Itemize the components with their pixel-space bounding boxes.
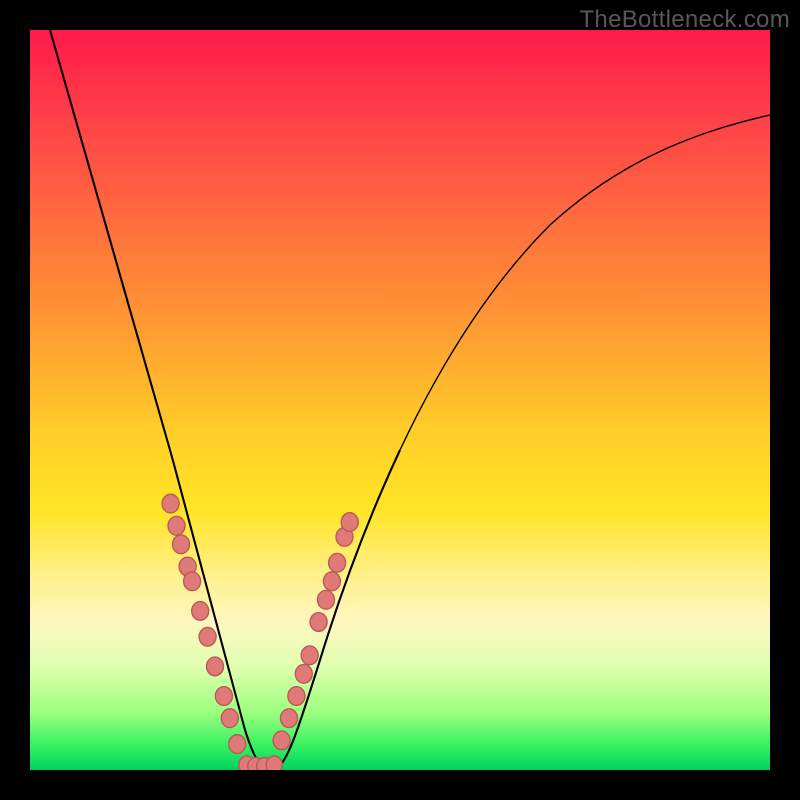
outer-frame: TheBottleneck.com (0, 0, 800, 800)
data-point (184, 572, 201, 591)
data-point (318, 590, 335, 609)
data-point (162, 494, 179, 513)
curve-svg (30, 30, 770, 770)
curve-left (50, 30, 265, 767)
watermark-text: TheBottleneck.com (579, 6, 790, 34)
data-point (199, 627, 216, 646)
data-point (215, 687, 232, 706)
data-point (207, 657, 224, 676)
plot-area (30, 30, 770, 770)
data-point (273, 731, 290, 750)
data-point (229, 735, 246, 754)
curve-right-upper (400, 115, 770, 450)
data-point (310, 613, 327, 632)
data-point (288, 687, 305, 706)
data-point (192, 602, 209, 621)
data-point (323, 572, 340, 591)
data-point (221, 709, 238, 728)
data-point (329, 553, 346, 572)
data-point (168, 516, 185, 535)
data-point (295, 664, 312, 683)
data-point (266, 756, 282, 770)
data-point (281, 709, 298, 728)
data-point (173, 535, 190, 554)
data-point (301, 646, 318, 665)
data-point (341, 513, 358, 532)
